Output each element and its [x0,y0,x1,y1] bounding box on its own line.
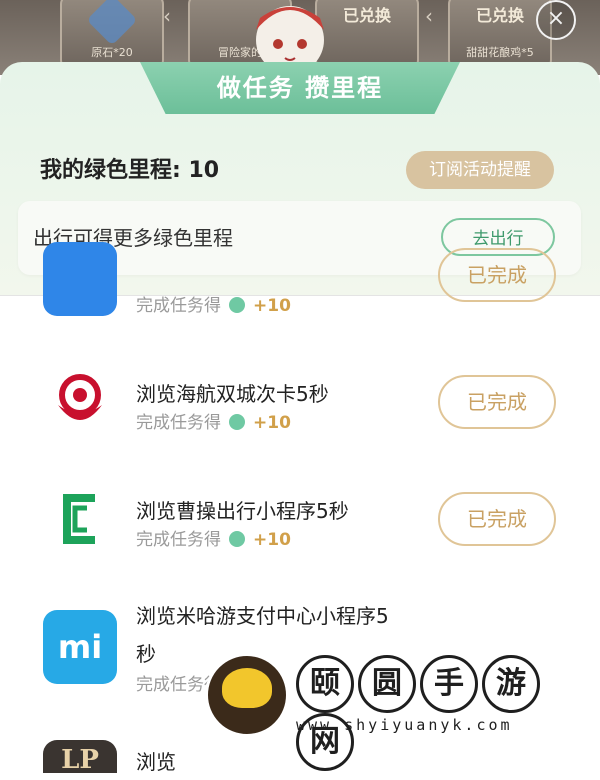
blue-app-icon [43,242,117,316]
task-done-button[interactable]: 已完成 [438,375,556,429]
close-button[interactable]: × [536,0,576,40]
task-title-continued: 秒 [136,642,156,666]
reward-card-status: 已兑换 [475,6,524,25]
reward-card-primogem[interactable]: 原石*20 [60,0,164,70]
leaf-icon [229,414,245,430]
watermark-url: www.shyiyuanyk.com [296,716,513,734]
task-done-button[interactable]: 已完成 [438,248,556,302]
watermark-title: 颐圆手游网 [296,655,600,771]
task-subtitle: 完成任务得 +10 [136,291,291,316]
caocao-logo-icon [63,494,95,544]
task-done-button[interactable]: 已完成 [438,492,556,546]
chevron-left-icon: ‹ [163,4,171,28]
task-reward: +10 [253,296,291,316]
subscribe-reminder-button[interactable]: 订阅活动提醒 [406,151,554,189]
mascot-character-icon [256,6,324,70]
green-mileage-value: 我的绿色里程: 10 [40,158,220,183]
task-subtitle-text: 完成任务得 [136,413,221,433]
task-title: 浏览米哈游支付中心小程序5 [136,604,389,628]
reward-card-caption: 甜甜花酿鸡*5 [466,46,534,59]
watermark-char: 颐 [296,655,354,713]
task-title: 浏览曹操出行小程序5秒 [136,499,349,523]
hainan-airlines-logo-icon [58,374,102,420]
task-row: 浏览海航双城次卡5秒 完成任务得 +10 已完成 [0,350,600,450]
reward-card-sweet-flower-chicken[interactable]: 已兑换 甜甜花酿鸡*5 [448,0,552,70]
panel-title: 做任务 攒里程 [216,74,384,102]
task-subtitle: 完成任务得 +10 [136,525,291,550]
chevron-left-icon: ‹ [425,4,433,28]
task-title: 浏览 [136,750,176,774]
primogem-icon [86,0,138,46]
watermark-char: 手 [420,655,478,713]
task-subtitle-text: 完成任务得 [136,530,221,550]
task-subtitle: 完成任务得 +10 [136,408,291,433]
task-row: 浏览曹操出行小程序5秒 完成任务得 +10 已完成 [0,467,600,567]
task-row: 完成任务得 +10 已完成 [0,242,600,358]
task-reward: +10 [253,530,291,550]
task-title: 浏览海航双城次卡5秒 [136,382,329,406]
leaf-icon [229,297,245,313]
leaf-icon [229,531,245,547]
watermark-logo-icon [205,653,289,737]
task-reward: +10 [253,413,291,433]
task-subtitle-text: 完成任务得 [136,296,221,316]
watermark-char: 圆 [358,655,416,713]
mi-logo-icon: mi [43,610,117,684]
watermark-char: 游 [482,655,540,713]
lp-logo-icon: LP [43,740,117,775]
reward-card-caption: 原石*20 [91,46,133,59]
